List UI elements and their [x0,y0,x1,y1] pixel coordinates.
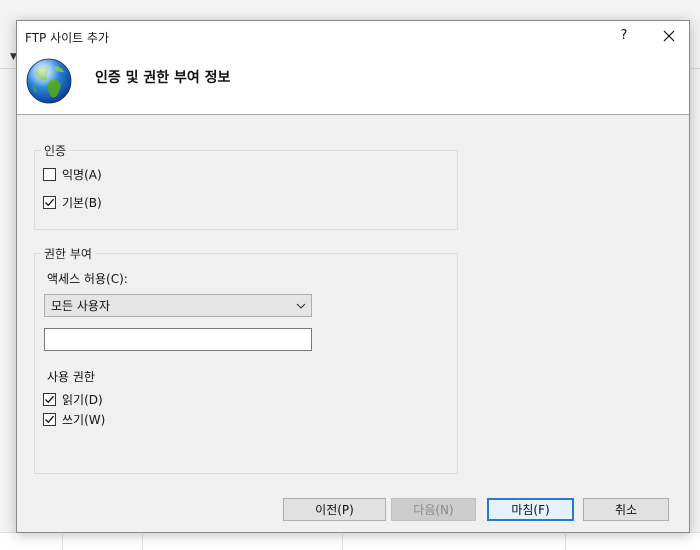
help-button[interactable]: ? [609,21,639,51]
authorization-group: 권한 부여 액세스 허용(C): 모든 사용자 사용 권한 읽기(D) 쓰기(W… [34,245,458,474]
background-column-divider [62,534,63,550]
checkmark-icon [45,395,54,403]
read-checkbox-row[interactable]: 읽기(D) [43,391,103,407]
cancel-button[interactable]: 취소 [583,498,669,521]
write-checkbox[interactable] [43,412,56,426]
close-icon [663,30,675,42]
access-allow-dropdown[interactable]: 모든 사용자 [44,294,312,317]
write-checkbox-row[interactable]: 쓰기(W) [43,411,105,427]
write-label: 쓰기(W) [62,412,106,427]
authentication-group: 인증 익명(A) 기본(B) [34,142,458,230]
basic-checkbox[interactable] [43,195,56,209]
next-button[interactable]: 다음(N) [391,498,476,521]
permissions-label: 사용 권한 [47,370,95,384]
close-button[interactable] [649,21,689,51]
previous-button[interactable]: 이전(P) [283,498,386,521]
anonymous-checkbox-row[interactable]: 익명(A) [43,166,102,182]
authentication-group-title: 인증 [41,142,70,159]
title-bar: FTP 사이트 추가 ? [17,21,689,51]
window-title: FTP 사이트 추가 [25,31,110,45]
checkmark-icon [45,198,54,206]
background-column-divider [142,534,143,550]
authorization-group-title: 권한 부여 [41,245,95,262]
read-checkbox[interactable] [43,392,56,406]
add-ftp-site-dialog: FTP 사이트 추가 ? 인증 및 권한 부여 정보 인증 익명(A) 기본(B… [16,20,690,533]
wizard-header: 인증 및 권한 부여 정보 [17,51,689,115]
access-allow-label: 액세스 허용(C): [47,272,128,286]
page-title: 인증 및 권한 부여 정보 [95,70,231,86]
globe-icon [26,58,72,104]
background-list-area [0,532,700,550]
anonymous-label: 익명(A) [62,167,102,182]
checkmark-icon [45,415,54,423]
access-allow-textbox[interactable] [44,328,312,351]
basic-checkbox-row[interactable]: 기본(B) [43,194,102,210]
anonymous-checkbox[interactable] [43,167,56,181]
background-column-divider [342,534,343,550]
access-allow-value: 모든 사용자 [51,299,111,313]
basic-label: 기본(B) [62,195,102,210]
finish-button[interactable]: 마침(F) [487,498,574,521]
chevron-down-icon [291,296,311,316]
read-label: 읽기(D) [62,392,103,407]
background-column-divider [565,534,566,550]
